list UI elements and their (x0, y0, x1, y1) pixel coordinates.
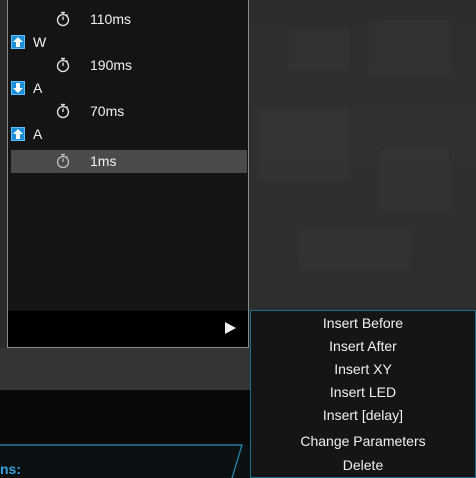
delay-value: 190ms (90, 57, 133, 73)
delay-row[interactable]: 110ms (11, 8, 247, 31)
menu-item-insert-delay[interactable]: Insert [delay] (251, 404, 475, 426)
key-name: A (33, 80, 43, 96)
stopwatch-icon (55, 153, 71, 169)
list-footer-bar (8, 311, 248, 347)
macro-event-list: 110ms W 190ms A 70ms A 1ms (7, 0, 249, 348)
delay-row[interactable]: 190ms (11, 54, 247, 77)
menu-item-insert-led[interactable]: Insert LED (251, 381, 475, 403)
context-menu: Insert Before Insert After Insert XY Ins… (250, 310, 476, 478)
background-area (249, 0, 476, 312)
menu-item-insert-xy[interactable]: Insert XY (251, 358, 475, 380)
key-down-arrow-icon (11, 81, 25, 95)
key-event-row[interactable]: W (11, 31, 247, 54)
key-event-row[interactable]: A (11, 123, 247, 146)
key-event-row[interactable]: A (11, 77, 247, 100)
delay-value: 110ms (90, 11, 131, 27)
menu-item-delete[interactable]: Delete (251, 454, 475, 476)
play-icon[interactable] (225, 322, 236, 334)
delay-value: 1ms (90, 153, 117, 169)
stopwatch-icon (55, 103, 71, 119)
key-name: A (33, 126, 43, 142)
section-header (0, 444, 250, 478)
menu-item-insert-after[interactable]: Insert After (251, 335, 475, 357)
delay-value: 70ms (90, 103, 125, 119)
key-up-arrow-icon (11, 127, 25, 141)
macro-editor-window: 110ms W 190ms A 70ms A 1ms ns: Insert Be… (0, 0, 476, 478)
divider-band (0, 348, 250, 390)
menu-item-change-parameters[interactable]: Change Parameters (251, 430, 475, 452)
key-name: W (33, 34, 47, 50)
delay-row[interactable]: 70ms (11, 100, 247, 123)
key-up-arrow-icon (11, 35, 25, 49)
section-label: ns: (0, 461, 21, 477)
stopwatch-icon (55, 57, 71, 73)
delay-row-selected[interactable]: 1ms (11, 150, 247, 173)
stopwatch-icon (55, 11, 71, 27)
menu-item-insert-before[interactable]: Insert Before (251, 312, 475, 334)
